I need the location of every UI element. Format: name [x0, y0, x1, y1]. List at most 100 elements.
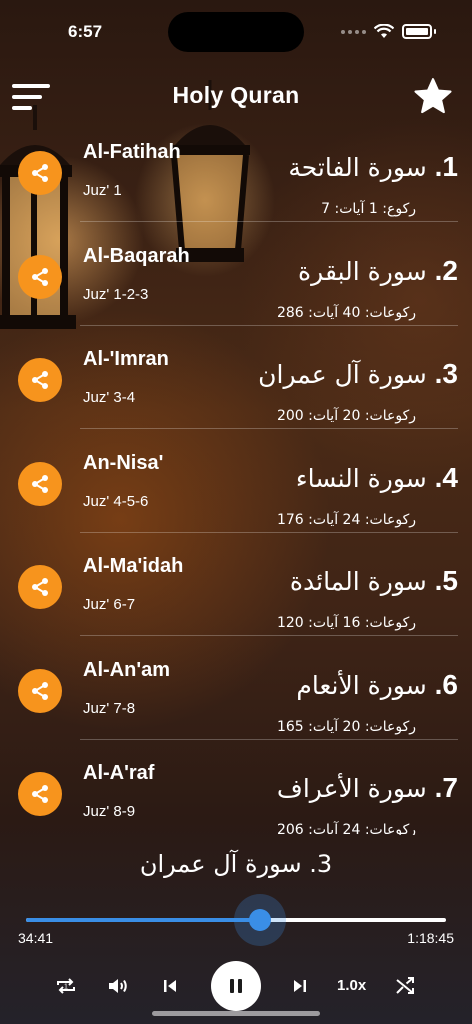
home-indicator	[152, 1011, 320, 1016]
dynamic-island	[168, 12, 304, 52]
share-icon	[32, 474, 48, 493]
total-time: 1:18:45	[407, 930, 454, 946]
surah-title-arabic: 6. سورة الأنعام	[296, 669, 458, 701]
surah-row[interactable]: Al-Fatihah Juz' 1 1. سورة الفاتحة ركوع: …	[0, 125, 472, 228]
surah-name-english: Al-Baqarah	[83, 244, 190, 267]
row-divider	[80, 428, 458, 429]
surah-number: 5.	[434, 565, 458, 596]
share-icon	[32, 164, 48, 182]
share-button[interactable]	[18, 565, 62, 609]
battery-tip	[434, 29, 436, 34]
row-divider	[80, 221, 458, 222]
repeat-button[interactable]: 1	[52, 972, 80, 1000]
surah-number: 4.	[434, 461, 458, 493]
surah-name-english: An-Nisa'	[83, 451, 164, 474]
surah-row[interactable]: An-Nisa' Juz' 4-5-6 4. سورة النساء ركوعا…	[0, 436, 472, 539]
share-button[interactable]	[18, 668, 62, 713]
share-button[interactable]	[18, 358, 62, 402]
surah-juz: Juz' 7-8	[83, 699, 136, 717]
surah-title-arabic: 1. سورة الفاتحة	[288, 151, 458, 183]
surah-row[interactable]: Al-A'raf Juz' 8-9 7. سورة الأعراف ركوعات…	[0, 746, 472, 835]
volume-button[interactable]	[104, 972, 132, 1000]
share-button[interactable]	[18, 461, 62, 506]
share-icon	[32, 681, 48, 700]
wifi-icon	[374, 24, 394, 38]
surah-meta: ركوعات: 24 آيات: 206	[276, 822, 416, 835]
elapsed-time: 34:41	[18, 930, 54, 946]
surah-title-arabic: 3. سورة آل عمران	[258, 358, 458, 390]
surah-number: 2.	[434, 254, 458, 286]
surah-juz: Juz' 6-7	[83, 596, 136, 613]
surah-meta: ركوع: 1 آيات: 7	[321, 201, 416, 217]
share-icon	[32, 785, 48, 803]
surah-meta: ركوعات: 20 آيات: 165	[276, 718, 416, 735]
playback-speed-button[interactable]: 1.0x	[337, 977, 366, 994]
share-button[interactable]	[18, 254, 62, 299]
surah-name-arabic: سورة النساء	[295, 463, 427, 493]
surah-name-english: Al-Fatihah	[83, 141, 181, 163]
surah-name-arabic: سورة الفاتحة	[288, 153, 427, 182]
surah-title-arabic: 2. سورة البقرة	[298, 255, 458, 287]
surah-row[interactable]: Al-'Imran Juz' 3-4 3. سورة آل عمران ركوع…	[0, 332, 472, 435]
status-time: 6:57	[68, 22, 103, 41]
surah-juz: Juz' 3-4	[83, 389, 136, 406]
page-title: Holy Quran	[172, 82, 300, 108]
progress-fill	[26, 918, 260, 922]
surah-name-arabic: سورة آل عمران	[258, 360, 427, 389]
surah-title-arabic: 7. سورة الأعراف	[277, 772, 458, 804]
surah-meta: ركوعات: 24 آيات: 176	[276, 511, 416, 528]
share-button[interactable]	[18, 772, 62, 816]
progress-thumb[interactable]	[248, 909, 271, 931]
status-bar: 6:57	[0, 0, 472, 60]
surah-name-english: Al-Ma'idah	[83, 555, 184, 577]
shuffle-icon	[396, 977, 414, 994]
favorites-button[interactable]	[412, 76, 454, 118]
row-divider	[80, 635, 458, 636]
surah-title-arabic: 4. سورة النساء	[296, 462, 458, 494]
surah-juz: Juz' 8-9	[83, 803, 136, 820]
surah-name-arabic: سورة الأعراف	[276, 774, 427, 803]
surah-number: 7.	[434, 772, 458, 803]
status-icons	[341, 24, 436, 39]
surah-row[interactable]: Al-An'am Juz' 7-8 6. سورة الأنعام ركوعات…	[0, 643, 472, 746]
surah-number: 3.	[434, 358, 458, 389]
surah-meta: ركوعات: 40 آيات: 286	[276, 304, 416, 321]
row-divider	[80, 531, 458, 533]
now-playing-title: 3. سورة آل عمران	[139, 850, 333, 878]
share-button[interactable]	[18, 151, 62, 195]
battery-icon	[402, 24, 432, 39]
surah-number: 6.	[434, 668, 458, 700]
cellular-signal-icon	[341, 29, 366, 34]
player-controls: 1 1.0x	[0, 960, 472, 1012]
surah-name-arabic: سورة الأنعام	[296, 670, 427, 700]
surah-juz: Juz' 4-5-6	[83, 492, 149, 510]
surah-name-english: Al-A'raf	[83, 762, 155, 784]
next-button[interactable]	[286, 972, 314, 1000]
surah-name-arabic: سورة البقرة	[298, 256, 427, 286]
surah-list[interactable]: Al-Fatihah Juz' 1 1. سورة الفاتحة ركوع: …	[0, 125, 472, 835]
pause-icon	[230, 979, 242, 993]
surah-row[interactable]: Al-Ma'idah Juz' 6-7 5. سورة المائدة ركوع…	[0, 539, 472, 642]
previous-button[interactable]	[156, 972, 184, 1000]
surah-juz: Juz' 1-2-3	[83, 285, 149, 303]
play-pause-button[interactable]	[211, 961, 261, 1011]
surah-meta: ركوعات: 20 آيات: 200	[276, 408, 416, 424]
svg-text:1: 1	[64, 984, 68, 991]
next-icon	[294, 980, 306, 992]
shuffle-button[interactable]	[392, 972, 420, 1000]
surah-name-english: Al-An'am	[83, 658, 170, 681]
progress-slider[interactable]	[26, 894, 446, 946]
row-divider	[80, 738, 458, 740]
previous-icon	[164, 980, 176, 992]
volume-icon	[109, 979, 127, 993]
row-divider	[80, 324, 458, 326]
surah-row[interactable]: Al-Baqarah Juz' 1-2-3 2. سورة البقرة ركو…	[0, 229, 472, 332]
share-icon	[32, 578, 48, 596]
surah-meta: ركوعات: 16 آيات: 120	[276, 615, 416, 631]
repeat-icon: 1	[57, 978, 75, 994]
star-icon	[414, 78, 452, 114]
app-header: Holy Quran	[0, 72, 472, 122]
surah-name-arabic: سورة المائدة	[289, 567, 427, 596]
surah-title-arabic: 5. سورة المائدة	[290, 565, 458, 597]
surah-name-english: Al-'Imran	[83, 348, 169, 370]
